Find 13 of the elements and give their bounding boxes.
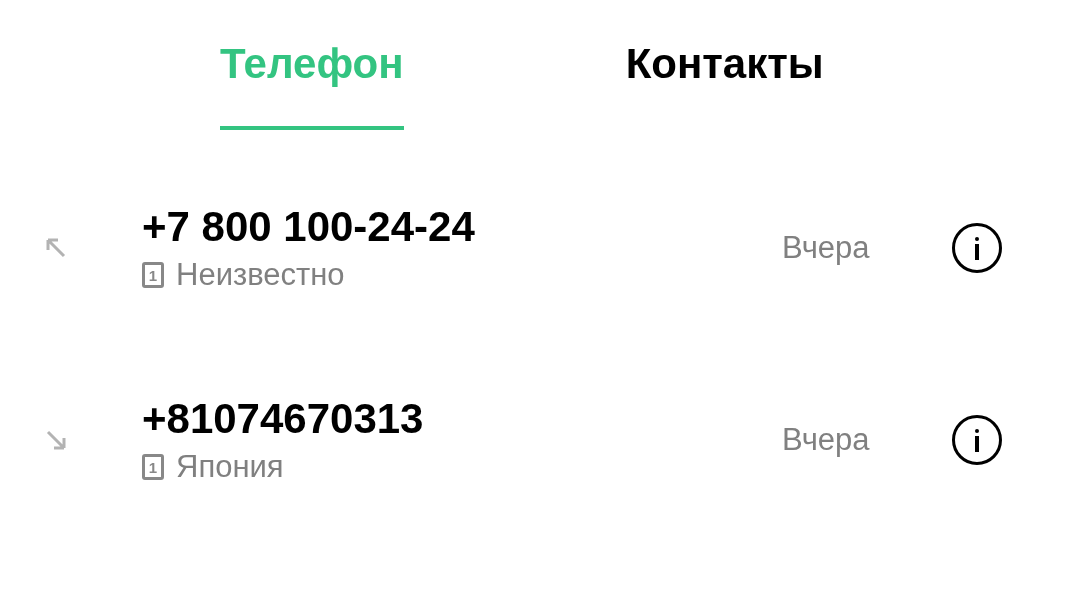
outgoing-call-icon bbox=[44, 236, 68, 260]
call-time: Вчера bbox=[782, 420, 871, 459]
sim-card-icon: 1 bbox=[142, 262, 164, 288]
info-icon[interactable] bbox=[952, 223, 1002, 273]
phone-number: +81074670313 bbox=[142, 395, 425, 443]
call-location: Япония bbox=[176, 449, 284, 485]
phone-number: +7 800 100-24-24 bbox=[142, 203, 476, 251]
tab[interactable]: Контакты bbox=[625, 0, 824, 130]
info-icon[interactable] bbox=[952, 415, 1002, 465]
incoming-call-icon bbox=[44, 428, 68, 452]
sim-card-icon: 1 bbox=[142, 454, 164, 480]
call-location: Неизвестно bbox=[176, 257, 345, 293]
call-time: Вчера bbox=[782, 228, 871, 267]
